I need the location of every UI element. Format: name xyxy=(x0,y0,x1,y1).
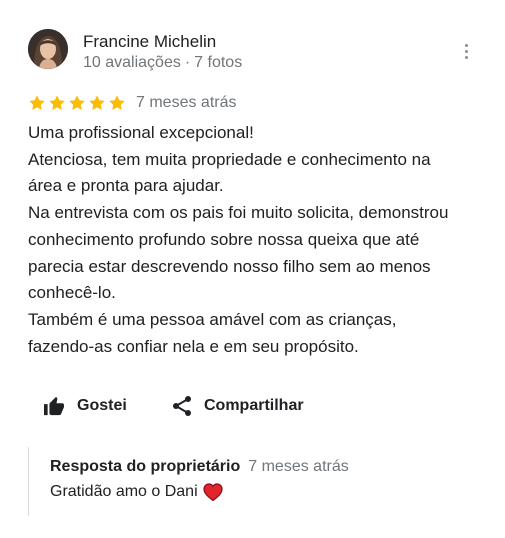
star-rating xyxy=(28,94,126,112)
review-text-line: conhecê-lo. xyxy=(28,283,116,303)
like-button[interactable]: Gostei xyxy=(43,392,127,420)
star-icon xyxy=(49,95,65,111)
star-icon xyxy=(69,95,85,111)
author-meta[interactable]: 10 avaliações · 7 fotos xyxy=(83,54,242,72)
author-avatar[interactable] xyxy=(28,29,68,69)
red-heart-icon xyxy=(203,483,223,501)
review-date: 7 meses atrás xyxy=(136,94,237,111)
author-name[interactable]: Francine Michelin xyxy=(83,32,216,52)
review-text-line: Também é uma pessoa amável com as crianç… xyxy=(28,309,397,329)
star-icon xyxy=(89,95,105,111)
owner-reply: Resposta do proprietário 7 meses atrás Gr… xyxy=(28,447,469,516)
share-icon xyxy=(173,396,191,416)
owner-reply-title: Resposta do proprietário xyxy=(50,458,241,475)
more-vert-icon xyxy=(464,43,468,47)
star-icon xyxy=(29,95,45,111)
review-header: Francine Michelin 10 avaliações · 7 fotos xyxy=(28,29,488,73)
meta-separator: · xyxy=(184,54,191,71)
more-vert-icon-dot xyxy=(464,55,468,59)
review-text-line: Uma profissional excepcional! xyxy=(28,123,254,142)
owner-reply-body: Gratidão amo o Dani xyxy=(50,483,223,501)
thumbs-up-icon xyxy=(44,396,64,416)
author-photos-count: 7 fotos xyxy=(194,54,243,71)
owner-reply-date: 7 meses atrás xyxy=(248,458,349,475)
review-text-line: Atenciosa, tem muita propriedade e conhe… xyxy=(28,149,431,169)
more-options-button[interactable] xyxy=(454,37,478,65)
rating-row: 7 meses atrás xyxy=(28,92,236,114)
more-vert-icon-dot xyxy=(464,49,468,53)
review-text-line: conhecimento profundo sobre nossa queixa… xyxy=(28,229,420,249)
author-reviews-count: 10 avaliações xyxy=(83,54,181,71)
owner-reply-text: Gratidão amo o Dani xyxy=(50,483,198,500)
review-text-line: fazendo-as confiar nela e em seu propósi… xyxy=(28,336,359,356)
owner-reply-header: Resposta do proprietário 7 meses atrás xyxy=(50,458,349,476)
like-label: Gostei xyxy=(77,397,127,414)
review-text: Uma profissional excepcional! Atenciosa, … xyxy=(28,120,488,360)
review-text-line: Na entrevista com os pais foi muito soli… xyxy=(28,203,449,223)
share-label: Compartilhar xyxy=(204,397,304,414)
share-button[interactable]: Compartilhar xyxy=(172,392,304,420)
star-icon xyxy=(109,95,125,111)
review-text-line: área e pronta para ajudar. xyxy=(28,176,224,196)
review-text-line: parecia estar descrevendo nosso filho se… xyxy=(28,256,431,276)
